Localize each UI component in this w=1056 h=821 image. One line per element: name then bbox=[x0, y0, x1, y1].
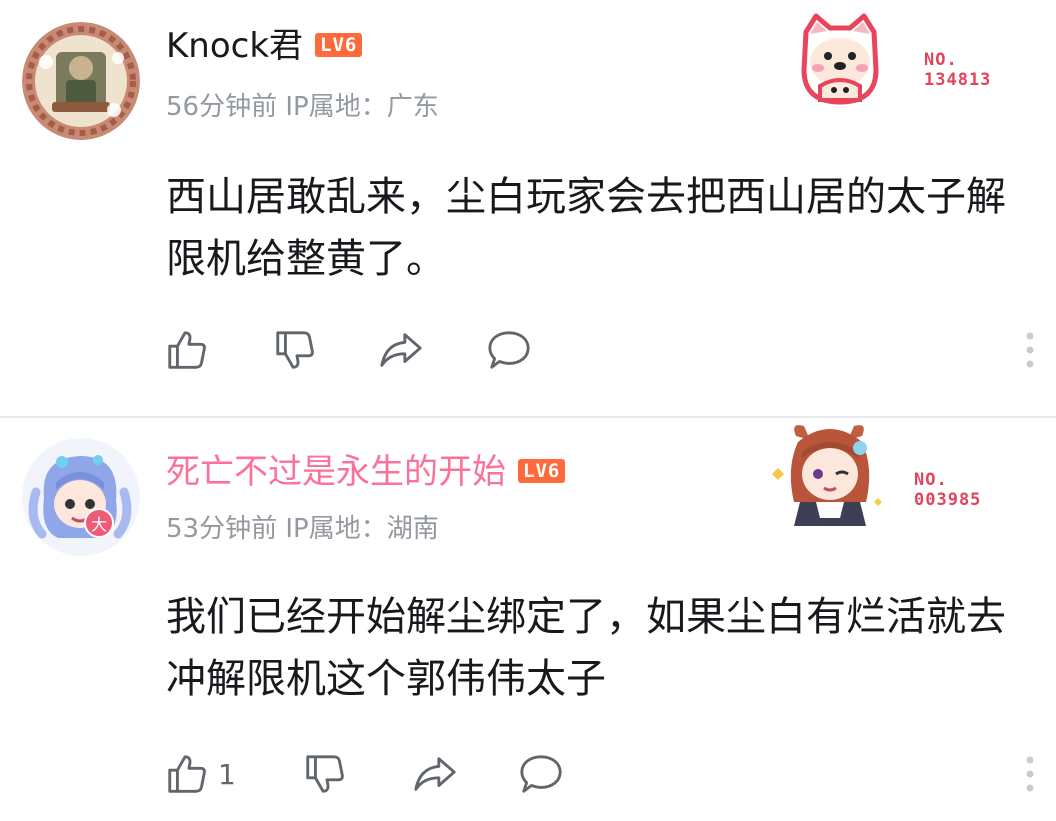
vip-badge-icon: 大 bbox=[84, 508, 114, 538]
badge-number-label: NO. bbox=[914, 470, 948, 490]
username[interactable]: Knock君 LV6 bbox=[166, 26, 363, 66]
comment-text: 西山居敢乱来，尘白玩家会去把西山居的太子解限机给整黄了。 bbox=[166, 174, 1006, 282]
comment-time: 56分钟前 bbox=[166, 92, 278, 122]
badge-number-value: 134813 bbox=[924, 70, 992, 90]
level-badge: LV6 bbox=[315, 32, 363, 57]
thumbs-down-icon bbox=[306, 755, 344, 793]
comment-actions bbox=[160, 322, 1040, 378]
share-icon bbox=[380, 333, 422, 367]
user-avatar[interactable] bbox=[22, 22, 140, 140]
level-badge: LV6 bbox=[518, 458, 566, 483]
dislike-button[interactable] bbox=[272, 322, 318, 378]
share-button[interactable] bbox=[378, 322, 424, 378]
comment-item: Knock君 LV6 56分钟前 IP属地：广东 NO. 134813 西山居敢乱… bbox=[0, 0, 1056, 417]
comment-text: 我们已经开始解尘绑定了，如果尘白有烂活就去冲解限机这个郭伟伟太子 bbox=[166, 594, 1006, 702]
username[interactable]: 死亡不过是永生的开始 LV6 bbox=[166, 452, 566, 492]
thumbs-up-icon bbox=[168, 755, 206, 793]
anime-girl-badge-icon bbox=[770, 418, 890, 530]
comment-item: 大 死亡不过是永生的开始 LV6 53分钟前 IP属地：湖南 NO. 003985… bbox=[0, 418, 1056, 821]
more-options-icon[interactable] bbox=[1020, 330, 1040, 370]
username-text[interactable]: 死亡不过是永生的开始 bbox=[166, 452, 506, 492]
avatar-image-icon bbox=[22, 22, 140, 140]
avatar-image-icon bbox=[22, 438, 140, 556]
thumbs-down-icon bbox=[276, 331, 314, 369]
comment-bubble-icon bbox=[488, 331, 530, 369]
user-avatar[interactable] bbox=[22, 438, 140, 556]
reply-button[interactable] bbox=[486, 322, 532, 378]
reply-button[interactable] bbox=[518, 746, 564, 802]
dog-badge-icon bbox=[790, 10, 890, 110]
comment-ip: IP属地：湖南 bbox=[285, 514, 439, 544]
share-button[interactable] bbox=[412, 746, 458, 802]
like-button[interactable]: 1 bbox=[164, 746, 236, 802]
badge-number-value: 003985 bbox=[914, 490, 982, 510]
comment-meta: 53分钟前 IP属地：湖南 bbox=[166, 508, 439, 545]
thumbs-up-icon bbox=[168, 331, 206, 369]
share-icon bbox=[414, 757, 456, 791]
comment-bubble-icon bbox=[520, 755, 562, 793]
dislike-button[interactable] bbox=[302, 746, 348, 802]
like-count: 1 bbox=[218, 757, 236, 791]
username-text[interactable]: Knock君 bbox=[166, 26, 303, 66]
comment-meta: 56分钟前 IP属地：广东 bbox=[166, 86, 439, 123]
comment-ip: IP属地：广东 bbox=[285, 92, 439, 122]
comment-actions: 1 bbox=[160, 746, 1040, 802]
like-button[interactable] bbox=[164, 322, 218, 378]
badge-number-label: NO. bbox=[924, 50, 958, 70]
comment-time: 53分钟前 bbox=[166, 514, 278, 544]
more-options-icon[interactable] bbox=[1020, 754, 1040, 794]
